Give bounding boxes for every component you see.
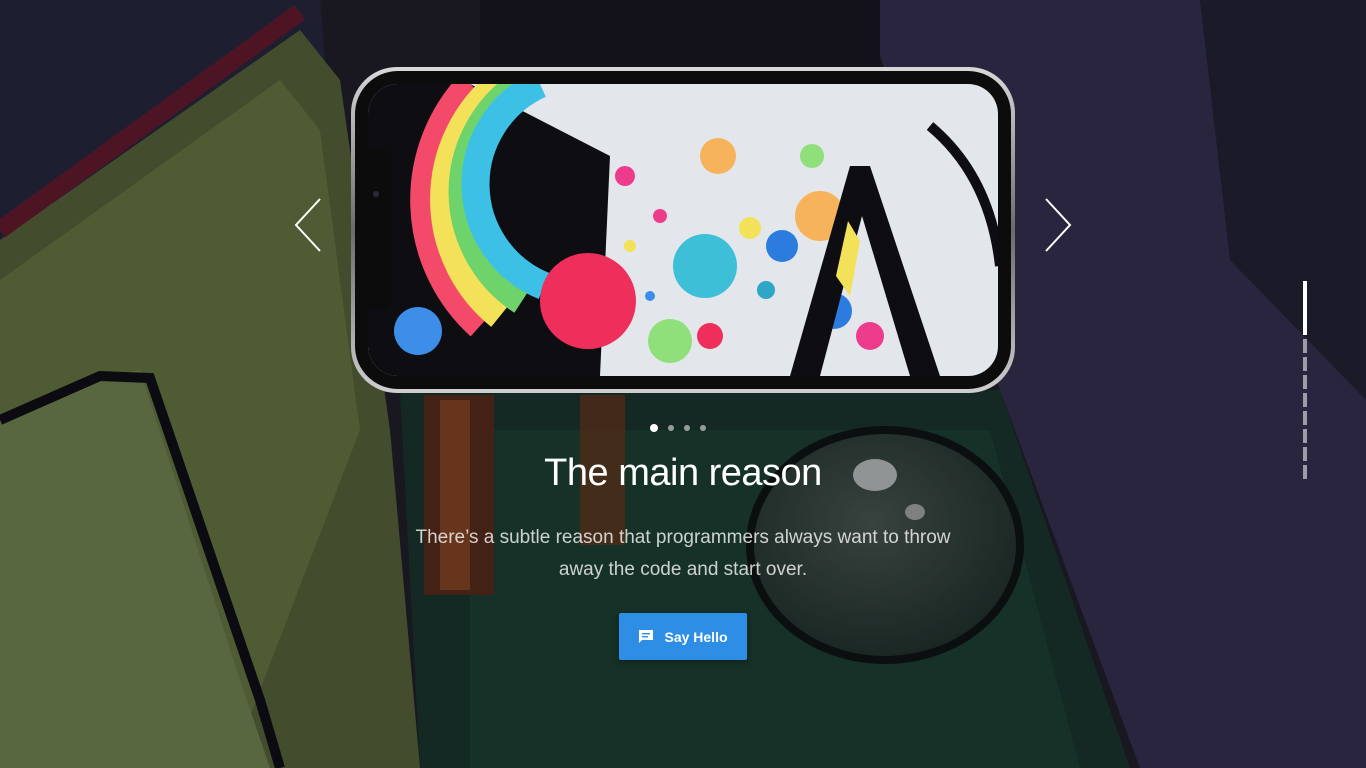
say-hello-button[interactable]: Say Hello	[619, 613, 747, 660]
section-pager	[1303, 281, 1307, 479]
section-pager-item	[1303, 357, 1307, 371]
slider-dot[interactable]	[668, 425, 674, 431]
slider-next-button[interactable]	[1042, 196, 1074, 254]
hero-title: The main reason	[544, 452, 822, 494]
section-pager-item	[1303, 465, 1307, 479]
section-pager-item	[1303, 393, 1307, 407]
section-pager-item	[1303, 375, 1307, 389]
hero-description: There’s a subtle reason that programmers…	[415, 527, 951, 580]
say-hello-label: Say Hello	[664, 628, 728, 645]
section-pager-item	[1303, 429, 1307, 443]
slider-dot[interactable]	[684, 425, 690, 431]
section-pager-item	[1303, 447, 1307, 461]
slider-dot[interactable]	[650, 424, 658, 432]
chat-bubble-icon	[639, 629, 654, 643]
section-pager-item	[1303, 411, 1307, 425]
section-pager-item-active	[1303, 281, 1307, 335]
slider-pagination	[650, 423, 706, 433]
chevron-right-icon	[1045, 198, 1072, 252]
section-pager-item	[1303, 339, 1307, 353]
slider-prev-button[interactable]	[292, 196, 324, 254]
phone-mockup-image	[351, 67, 1015, 393]
slider-dot[interactable]	[700, 425, 706, 431]
chevron-left-icon	[294, 198, 321, 252]
